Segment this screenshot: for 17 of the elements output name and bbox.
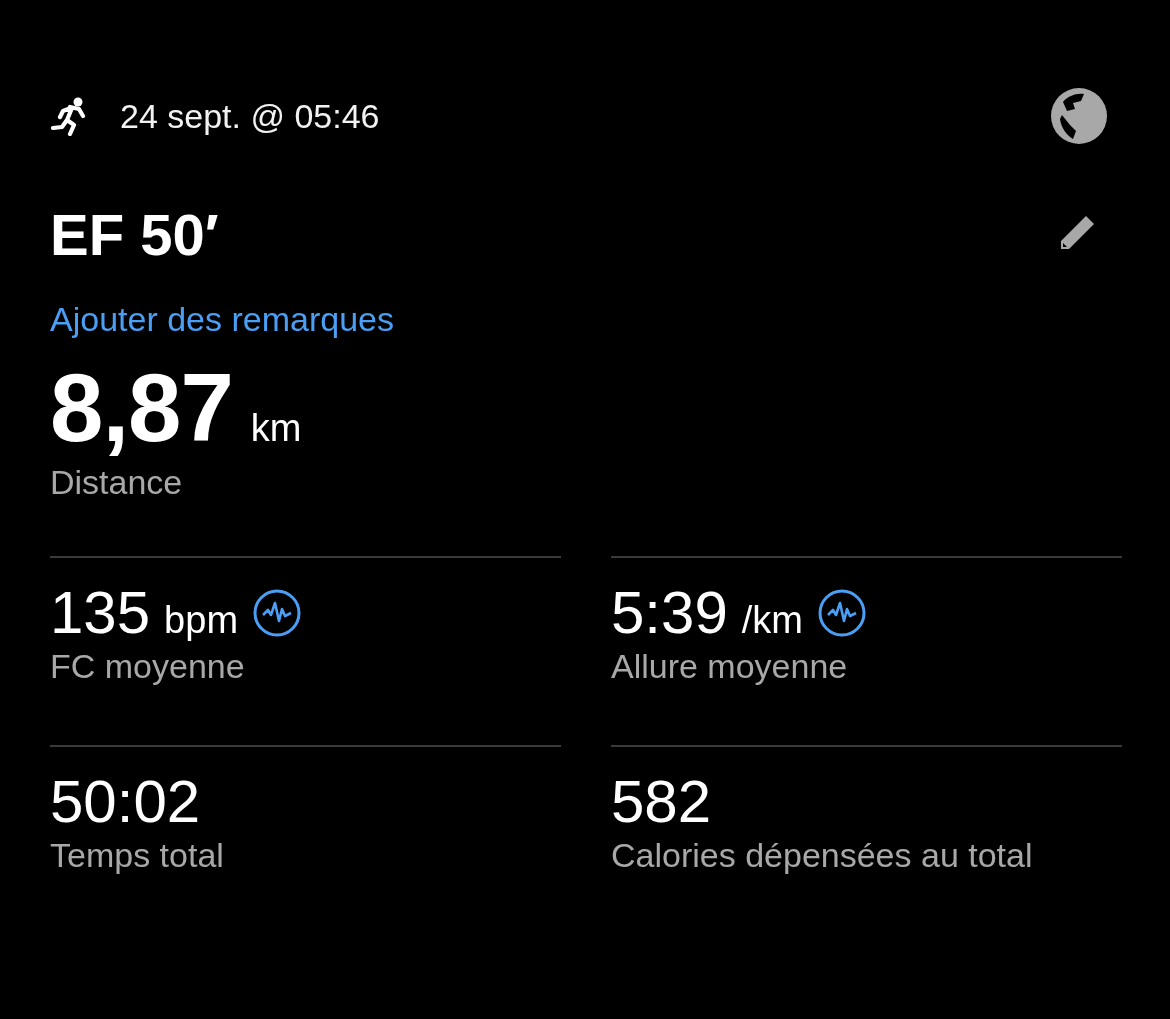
add-notes-link[interactable]: Ajouter des remarques — [50, 300, 394, 339]
globe-icon[interactable] — [1048, 85, 1110, 147]
stat-label: FC moyenne — [50, 647, 246, 686]
stat-value: 50:02 — [50, 767, 201, 836]
stat-value: 582 — [611, 767, 712, 836]
distance-value: 8,87 — [50, 353, 233, 463]
stat-value: 5:39 — [611, 578, 728, 647]
activity-title: EF 50′ — [50, 200, 219, 268]
stat-label: Allure moyenne — [611, 647, 849, 686]
stat-label: Calories dépensées au total — [611, 836, 1034, 875]
activity-date: 24 sept. @ 05:46 — [120, 96, 380, 136]
stat-label: Temps total — [50, 836, 225, 875]
distance-unit: km — [250, 407, 302, 450]
stat-unit: /km — [741, 599, 803, 642]
stat-unit: bpm — [164, 599, 239, 642]
distance-label: Distance — [50, 463, 184, 502]
stat-value: 135 — [50, 578, 151, 647]
